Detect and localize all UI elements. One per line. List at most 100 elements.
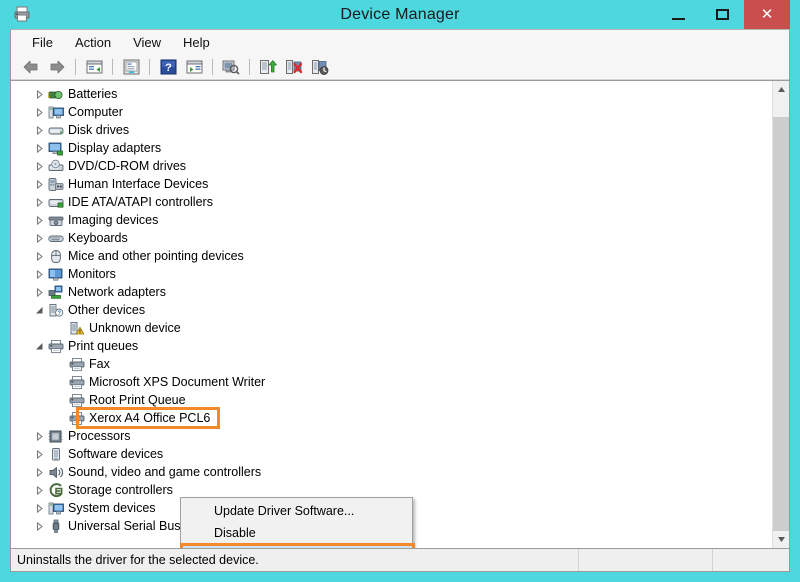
tree-item[interactable]: Mice and other pointing devices [11, 247, 772, 265]
back-button[interactable] [19, 56, 43, 78]
expand-arrow-closed-icon[interactable] [31, 499, 47, 517]
expand-arrow-closed-icon[interactable] [31, 229, 47, 247]
forward-button[interactable] [45, 56, 69, 78]
tree-item[interactable]: Unknown device [11, 319, 772, 337]
tree-item[interactable]: Computer [11, 103, 772, 121]
expand-arrow-closed-icon[interactable] [31, 193, 47, 211]
tree-item-label: Computer [68, 105, 123, 119]
tree-item[interactable]: Microsoft XPS Document Writer [11, 373, 772, 391]
context-menu-item[interactable]: Update Driver Software... [181, 500, 412, 522]
expand-arrow-closed-icon[interactable] [31, 283, 47, 301]
tree-item[interactable]: Display adapters [11, 139, 772, 157]
expand-arrow-closed-icon[interactable] [31, 481, 47, 499]
close-icon: ✕ [760, 6, 774, 23]
printer-icon [68, 410, 85, 426]
software-device-icon [47, 446, 64, 462]
expand-arrow-closed-icon[interactable] [31, 445, 47, 463]
uninstall-device-button[interactable] [282, 56, 306, 78]
battery-icon [47, 86, 64, 102]
device-tree[interactable]: Batteries Computer Disk drives Display a… [11, 81, 772, 548]
expand-arrow-open-icon[interactable] [31, 301, 47, 319]
expand-arrow-closed-icon[interactable] [31, 463, 47, 481]
disable-device-button[interactable] [308, 56, 332, 78]
tree-item[interactable]: Monitors [11, 265, 772, 283]
tree-item[interactable]: Keyboards [11, 229, 772, 247]
printer-icon [47, 338, 64, 354]
expand-arrow-closed-icon[interactable] [31, 517, 47, 535]
vertical-scrollbar[interactable] [772, 81, 789, 548]
tree-item-label: Network adapters [68, 285, 166, 299]
context-menu-item[interactable]: Uninstall [181, 544, 412, 548]
expand-arrow-closed-icon[interactable] [31, 85, 47, 103]
tree-item[interactable]: Root Print Queue [11, 391, 772, 409]
tree-item[interactable]: Print queues [11, 337, 772, 355]
menu-action[interactable]: Action [64, 33, 122, 52]
menu-view[interactable]: View [122, 33, 172, 52]
tree-item-label: Mice and other pointing devices [68, 249, 244, 263]
minimize-button[interactable] [656, 0, 700, 29]
tree-item[interactable]: Disk drives [11, 121, 772, 139]
tree-item-label: Software devices [68, 447, 164, 461]
status-cell-secondary [579, 549, 713, 571]
scrollbar-thumb[interactable] [773, 117, 789, 537]
maximize-button[interactable] [700, 0, 744, 29]
update-driver-software-button[interactable] [256, 56, 280, 78]
tree-item-label: Sound, video and game controllers [68, 465, 262, 479]
expand-arrow-open-icon[interactable] [31, 337, 47, 355]
title-bar: Device Manager ✕ [10, 0, 790, 29]
expand-arrow-closed-icon[interactable] [31, 247, 47, 265]
tree-item[interactable]: ? Other devices [11, 301, 772, 319]
printer-icon [68, 392, 85, 408]
tree-item[interactable]: Imaging devices [11, 211, 772, 229]
display-adapter-icon [47, 140, 64, 156]
expand-arrow-closed-icon[interactable] [31, 427, 47, 445]
context-menu-item[interactable]: Disable [181, 522, 412, 544]
status-message: Uninstalls the driver for the selected d… [11, 549, 579, 571]
expand-arrow-closed-icon[interactable] [31, 103, 47, 121]
expand-arrow-closed-icon[interactable] [31, 157, 47, 175]
toolbar-separator [149, 58, 150, 75]
expand-arrow-closed-icon[interactable] [31, 175, 47, 193]
sound-device-icon [47, 464, 64, 480]
tree-item[interactable]: Xerox A4 Office PCL6 [11, 409, 772, 427]
tree-item[interactable]: Network adapters [11, 283, 772, 301]
menu-help[interactable]: Help [172, 33, 221, 52]
tree-item[interactable]: Processors [11, 427, 772, 445]
context-menu[interactable]: Update Driver Software...DisableUninstal… [180, 497, 415, 548]
tree-item[interactable]: Software devices [11, 445, 772, 463]
menu-file[interactable]: File [21, 33, 64, 52]
system-device-icon [47, 500, 64, 516]
scroll-up-button[interactable] [773, 81, 789, 98]
tree-item[interactable]: Fax [11, 355, 772, 373]
tree-item-label: Microsoft XPS Document Writer [89, 375, 266, 389]
tree-item-label: Display adapters [68, 141, 162, 155]
tree-item[interactable]: Human Interface Devices [11, 175, 772, 193]
network-adapter-icon [47, 284, 64, 300]
expand-arrow-closed-icon[interactable] [31, 265, 47, 283]
close-button[interactable]: ✕ [744, 0, 790, 29]
scan-for-hardware-changes-button[interactable] [219, 56, 243, 78]
expand-arrow-closed-icon[interactable] [31, 211, 47, 229]
tree-item-label: Unknown device [89, 321, 181, 335]
tree-item[interactable]: Batteries [11, 85, 772, 103]
toolbar-separator [112, 58, 113, 75]
expand-arrow-closed-icon[interactable] [31, 121, 47, 139]
tree-item[interactable]: Sound, video and game controllers [11, 463, 772, 481]
device-manager-window: Device Manager ✕ File Action View Help ?… [0, 0, 800, 582]
properties-button[interactable] [119, 56, 143, 78]
dvd-drive-icon [47, 158, 64, 174]
tree-item-label: Processors [68, 429, 131, 443]
expand-arrow-closed-icon[interactable] [31, 139, 47, 157]
show-hide-action-pane-button[interactable] [182, 56, 206, 78]
tree-item-label: Keyboards [68, 231, 128, 245]
computer-icon [47, 104, 64, 120]
scroll-down-button[interactable] [773, 531, 789, 548]
show-hide-console-tree-button[interactable] [82, 56, 106, 78]
svg-text:?: ? [165, 62, 172, 74]
tree-item[interactable]: IDE ATA/ATAPI controllers [11, 193, 772, 211]
help-button[interactable]: ? [156, 56, 180, 78]
toolbar-separator [212, 58, 213, 75]
tree-item[interactable]: DVD/CD-ROM drives [11, 157, 772, 175]
